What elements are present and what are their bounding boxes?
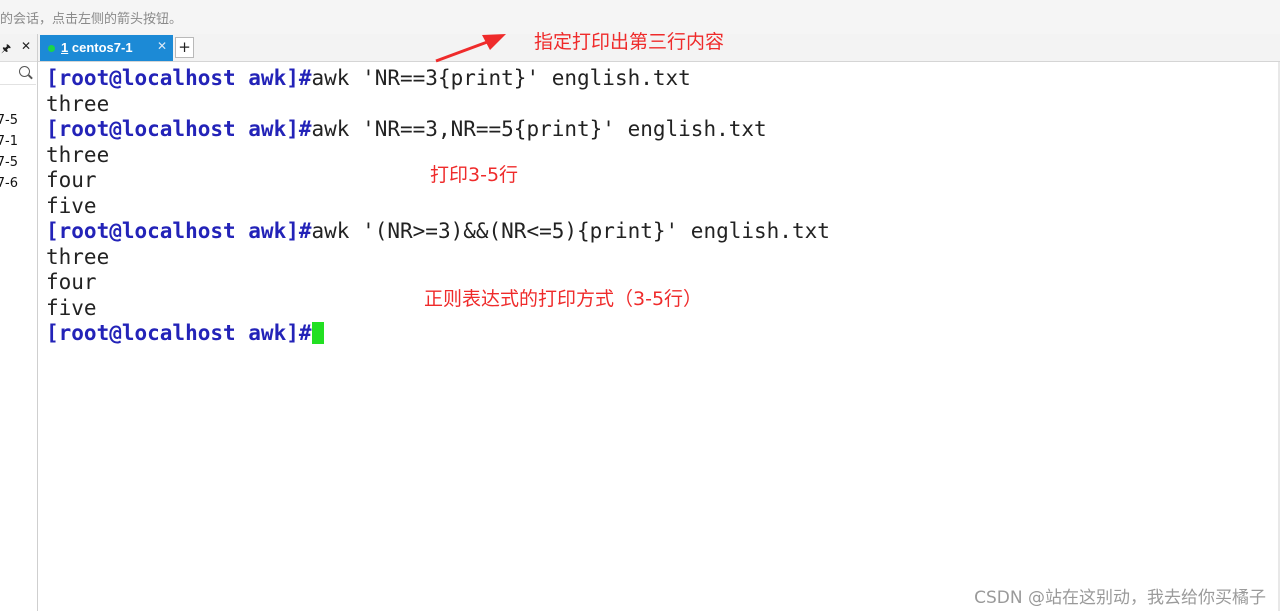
session-item[interactable]: centos7-5 [0,111,36,131]
terminal-output[interactable]: [root@localhost awk]#awk 'NR==3{print}' … [38,62,1280,611]
terminal-line: three [46,143,110,167]
add-tab-button[interactable]: + [175,37,194,58]
shell-prompt: [root@localhost awk]# [46,117,312,141]
close-icon[interactable]: ✕ [157,39,167,53]
shell-prompt: [root@localhost awk]# [46,321,312,345]
arrow-icon [435,34,506,63]
hint-text: 的会话，点击左侧的箭头按钮。 [0,12,183,27]
terminal-line: three [46,92,110,116]
terminal-line: [root@localhost awk]# [46,321,324,346]
terminal-line: [root@localhost awk]#awk 'NR==3{print}' … [46,66,691,91]
pin-icon[interactable]: 🖈 [1,40,11,59]
terminal-line: four [46,168,97,192]
tab-centos7-1[interactable]: 1 centos7-1 ✕ [40,35,173,61]
terminal-line: four [46,270,97,294]
terminal-line: [root@localhost awk]#awk '(NR>=3)&&(NR<=… [46,219,830,244]
terminal-line: three [46,245,110,269]
connected-status-icon [48,45,55,52]
annotation-range: 打印3-5行 [430,164,519,186]
session-panel: 🖈 ✕ centos7-5 centos7-1 centos7-5 centos… [0,34,38,611]
session-item[interactable]: centos7-1 [0,132,36,152]
shell-command: awk 'NR==3{print}' english.txt [311,66,691,90]
terminal-line: [root@localhost awk]#awk 'NR==3,NR==5{pr… [46,117,767,142]
session-search-input[interactable] [0,62,36,85]
shell-command: awk 'NR==3,NR==5{print}' english.txt [311,117,767,141]
terminal-line: five [46,194,97,218]
session-item[interactable]: centos7-5 [0,153,36,173]
annotation-third-line: 指定打印出第三行内容 [534,31,725,53]
shell-command: awk '(NR>=3)&&(NR<=5){print}' english.tx… [311,219,830,243]
terminal-cursor [311,322,324,344]
annotation-regex: 正则表达式的打印方式（3-5行） [424,288,703,310]
shell-prompt: [root@localhost awk]# [46,66,312,90]
shell-prompt: [root@localhost awk]# [46,219,312,243]
session-panel-header: 🖈 ✕ [0,34,37,62]
search-icon[interactable] [19,66,30,77]
terminal-line: five [46,296,97,320]
tab-label: 1 centos7-1 [61,40,133,55]
session-item[interactable]: centos7-6 [0,174,36,194]
watermark: CSDN @站在这别动，我去给你买橘子 [974,588,1266,608]
close-icon[interactable]: ✕ [21,39,31,53]
